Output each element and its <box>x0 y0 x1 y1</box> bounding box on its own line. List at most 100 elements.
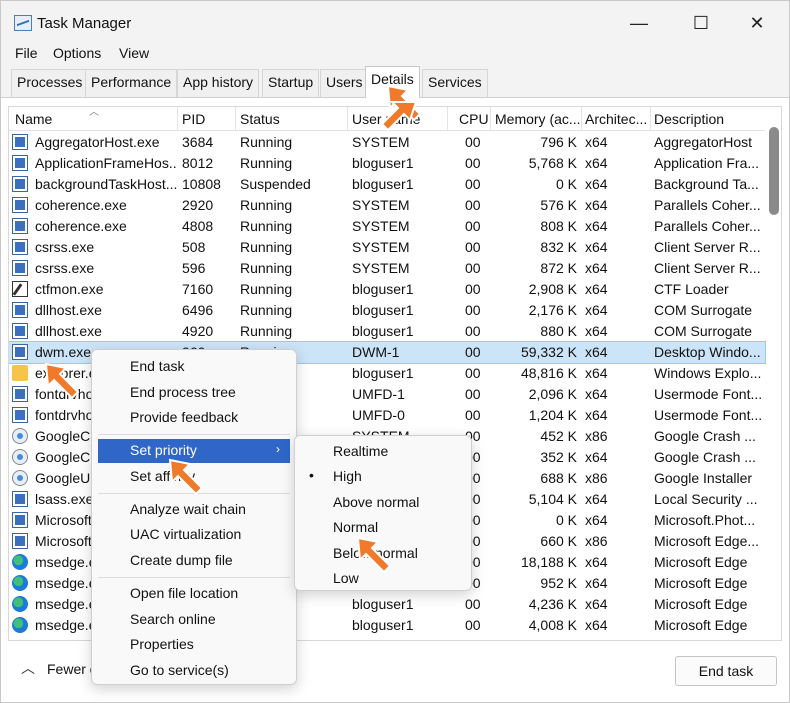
tab-performance[interactable]: Performance <box>85 69 178 97</box>
cell-user: SYSTEM <box>352 197 410 213</box>
ctx-end-task[interactable]: End task <box>92 355 296 379</box>
ctx-analyze-wait-chain[interactable]: Analyze wait chain <box>92 498 296 522</box>
cell-arch: x64 <box>585 617 608 633</box>
tab-startup[interactable]: Startup <box>262 69 320 97</box>
cell-user: SYSTEM <box>352 260 410 276</box>
cell-mem: 832 K <box>540 239 577 255</box>
table-row[interactable]: csrss.exe 596 Running SYSTEM 00 872 K x64 Clien… <box>9 258 765 279</box>
column-header-architecture[interactable]: Architec... <box>585 111 649 127</box>
cell-desc: Usermode Font... <box>654 386 763 402</box>
cell-desc: Client Server R... <box>654 260 761 276</box>
tab-services[interactable]: Services <box>422 69 488 97</box>
cell-user: bloguser1 <box>352 323 414 339</box>
menu-view[interactable]: View <box>119 45 149 61</box>
ctx-create-dump-file[interactable]: Create dump file <box>92 549 296 573</box>
cell-mem: 872 K <box>540 260 577 276</box>
cell-desc: Windows Explo... <box>654 365 762 381</box>
cell-arch: x64 <box>585 386 608 402</box>
cell-cpu: 00 <box>465 365 481 381</box>
chevron-up-icon[interactable]: ︿ <box>21 658 35 678</box>
cell-mem: 880 K <box>540 323 577 339</box>
process-icon <box>12 197 28 213</box>
column-header-pid[interactable]: PID <box>182 111 232 127</box>
cell-mem: 688 K <box>540 470 577 486</box>
cell-pid: 8012 <box>182 155 214 171</box>
title-bar[interactable]: Task Manager — ☐ ✕ <box>1 1 789 45</box>
column-header-description[interactable]: Description <box>654 111 760 127</box>
cell-cpu: 00 <box>465 281 481 297</box>
cell-status: Suspended <box>240 176 311 192</box>
table-row[interactable]: backgroundTaskHost.... 10808 Suspended blog… <box>9 174 765 195</box>
vertical-scrollbar[interactable] <box>769 127 779 215</box>
cell-user: bloguser1 <box>352 281 414 297</box>
priority-above-normal[interactable]: Above normal <box>295 491 471 515</box>
ctx-open-file-location[interactable]: Open file location <box>92 582 296 606</box>
cell-cpu: 00 <box>465 176 481 192</box>
table-row[interactable]: dllhost.exe 6496 Running bloguser1 00 2,176 K… <box>9 300 765 321</box>
tab-users[interactable]: Users <box>320 69 369 97</box>
cell-mem: 1,204 K <box>528 407 577 423</box>
priority-realtime[interactable]: Realtime <box>295 440 471 464</box>
cell-desc: Microsoft Edge <box>654 617 748 633</box>
ctx-uac-virtualization[interactable]: UAC virtualization <box>92 523 296 547</box>
cell-cpu: 00 <box>465 218 481 234</box>
column-header-name[interactable]: Name <box>15 111 175 127</box>
table-row[interactable]: ctfmon.exe 7160 Running bloguser1 00 2,908 K x… <box>9 279 765 300</box>
cell-cpu: 00 <box>465 407 481 423</box>
table-row[interactable]: dllhost.exe 4920 Running bloguser1 00 880 K x6… <box>9 321 765 342</box>
cell-arch: x64 <box>585 239 608 255</box>
cell-arch: x64 <box>585 218 608 234</box>
cell-pid: 10808 <box>182 176 221 192</box>
maximize-button[interactable]: ☐ <box>681 7 721 39</box>
cell-desc: Usermode Font... <box>654 407 763 423</box>
cell-mem: 59,332 K <box>520 344 577 360</box>
cell-arch: x64 <box>585 449 608 465</box>
ctx-provide-feedback[interactable]: Provide feedback <box>92 406 296 430</box>
process-context-menu: End task End process tree Provide feedba… <box>91 349 297 685</box>
cell-arch: x64 <box>585 407 608 423</box>
column-header-cpu[interactable]: CPU <box>459 111 489 127</box>
cell-arch: x64 <box>585 344 608 360</box>
annotation-arrow-icon <box>44 362 80 400</box>
process-icon <box>12 344 28 360</box>
cell-desc: Parallels Coher... <box>654 218 761 234</box>
table-row[interactable]: ApplicationFrameHos... 8012 Running bloguse… <box>9 153 765 174</box>
cell-mem: 5,104 K <box>528 491 577 507</box>
cell-name: backgroundTaskHost.... <box>35 176 177 192</box>
cell-name: ApplicationFrameHos... <box>35 155 177 171</box>
process-icon <box>12 218 28 234</box>
tab-app-history[interactable]: App history <box>177 69 260 97</box>
minimize-button[interactable]: — <box>619 7 659 39</box>
cell-status: Running <box>240 134 293 150</box>
cell-pid: 4920 <box>182 323 214 339</box>
cell-desc: Microsoft Edge <box>654 575 748 591</box>
cell-user: SYSTEM <box>352 218 410 234</box>
cell-arch: x64 <box>585 491 608 507</box>
close-button[interactable]: ✕ <box>737 7 777 39</box>
cell-mem: 796 K <box>540 134 577 150</box>
column-header-status[interactable]: Status <box>240 111 340 127</box>
priority-high[interactable]: • High <box>295 465 471 489</box>
table-row[interactable]: coherence.exe 2920 Running SYSTEM 00 576 K x64… <box>9 195 765 216</box>
cell-status: Running <box>240 302 293 318</box>
cell-desc: Local Security ... <box>654 491 758 507</box>
ctx-go-to-services[interactable]: Go to service(s) <box>92 659 296 683</box>
menu-file[interactable]: File <box>15 45 38 61</box>
ctx-end-process-tree[interactable]: End process tree <box>92 381 296 405</box>
cell-name: coherence.exe <box>35 218 127 234</box>
cell-desc: Microsoft Edge <box>654 554 748 570</box>
cell-status: Running <box>240 239 293 255</box>
cell-desc: Google Installer <box>654 470 753 486</box>
tab-processes[interactable]: Processes <box>11 69 89 97</box>
end-task-button[interactable]: End task <box>675 656 777 686</box>
ctx-properties[interactable]: Properties <box>92 633 296 657</box>
column-header-memory[interactable]: Memory (ac... <box>495 111 581 127</box>
cell-mem: 660 K <box>540 533 577 549</box>
table-row[interactable]: coherence.exe 4808 Running SYSTEM 00 808 K x64… <box>9 216 765 237</box>
menu-options[interactable]: Options <box>53 45 101 61</box>
ctx-search-online[interactable]: Search online <box>92 608 296 632</box>
cell-desc: Microsoft Edge... <box>654 533 760 549</box>
table-row[interactable]: csrss.exe 508 Running SYSTEM 00 832 K x64 Clien… <box>9 237 765 258</box>
cell-desc: Background Ta... <box>654 176 759 192</box>
chevron-right-icon: › <box>276 442 280 456</box>
